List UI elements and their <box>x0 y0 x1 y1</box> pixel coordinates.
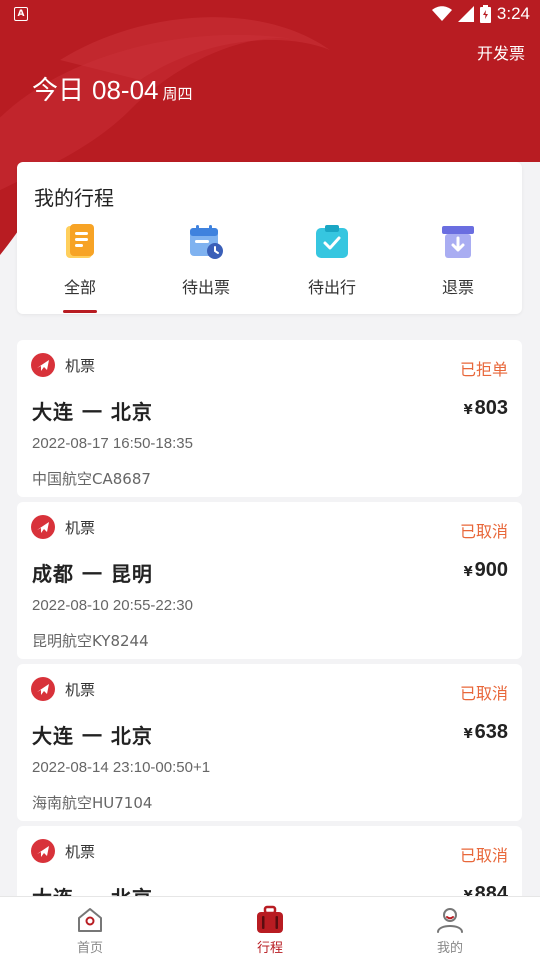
currency-symbol: ¥ <box>463 403 473 418</box>
tab-refund-label: 退票 <box>441 278 474 297</box>
tab-pending-ticket-label: 待出票 <box>181 278 230 297</box>
nav-profile[interactable]: 我的 <box>390 897 510 960</box>
trip-filter-tabs: 全部 待出票 待出行 退票 <box>17 222 522 313</box>
my-trips-title: 我的行程 <box>34 186 114 210</box>
order-type-label: 机票 <box>65 356 96 375</box>
weekday-value: 周四 <box>162 85 193 103</box>
plane-icon <box>31 839 55 863</box>
order-status: 已取消 <box>459 684 508 703</box>
home-icon <box>78 908 102 932</box>
price-amount: 638 <box>474 721 508 743</box>
price-amount: 900 <box>474 559 508 581</box>
order-price: ¥ 638 <box>464 721 508 744</box>
order-card[interactable]: 机票 已拒单 大连 一 北京 ¥ 803 2022-08-17 16:50-18… <box>17 340 522 497</box>
order-card[interactable]: 机票 已取消 大连 一 北京 ¥ 638 2022-08-14 23:10-00… <box>17 664 522 821</box>
order-price: ¥ 803 <box>464 397 508 420</box>
order-time: 2022-08-14 23:10-00:50+1 <box>32 759 211 776</box>
order-type-label: 机票 <box>65 680 96 699</box>
wifi-icon <box>431 5 452 21</box>
clipboard-check-icon <box>316 225 348 258</box>
order-time: 2022-08-17 16:50-18:35 <box>32 435 193 452</box>
tab-pending-travel-label: 待出行 <box>307 278 356 297</box>
order-flight: 海南航空HU7104 <box>32 794 153 812</box>
tab-all-label: 全部 <box>63 278 96 297</box>
order-status: 已取消 <box>459 522 508 541</box>
today-label: 今日 <box>32 76 85 106</box>
plane-icon <box>31 677 55 701</box>
plane-icon <box>31 515 55 539</box>
order-price: ¥ 900 <box>464 559 508 582</box>
nav-home-label: 首页 <box>76 941 103 956</box>
nav-trips-label: 行程 <box>256 941 283 956</box>
bottom-navigation: 首页 行程 我的 <box>0 896 540 960</box>
tab-refund[interactable]: 退票 <box>395 222 521 298</box>
user-icon <box>437 908 463 933</box>
status-time: 3:24 <box>496 3 530 23</box>
calendar-clock-icon <box>190 225 223 259</box>
order-type: 机票 <box>31 677 95 701</box>
active-tab-indicator <box>63 310 97 313</box>
nav-home[interactable]: 首页 <box>30 897 150 960</box>
app-notification-icon: A <box>14 6 28 21</box>
nav-profile-label: 我的 <box>436 941 463 956</box>
order-type-label: 机票 <box>65 842 96 861</box>
order-route: 大连 一 北京 <box>32 724 153 748</box>
order-status: 已拒单 <box>459 360 508 379</box>
order-card[interactable]: 机票 已取消 成都 一 昆明 ¥ 900 2022-08-10 20:55-22… <box>17 502 522 659</box>
refund-box-icon <box>442 226 474 258</box>
signal-icon <box>457 5 474 22</box>
status-bar: A 3:24 <box>0 0 540 27</box>
tab-all[interactable]: 全部 <box>17 222 143 313</box>
invoice-button[interactable]: 开发票 <box>477 40 525 64</box>
order-flight: 中国航空CA8687 <box>32 470 151 488</box>
plane-icon <box>31 353 55 377</box>
battery-icon <box>479 4 491 23</box>
currency-symbol: ¥ <box>463 565 473 580</box>
order-status: 已取消 <box>459 846 508 865</box>
tab-pending-ticket[interactable]: 待出票 <box>143 222 269 298</box>
order-type: 机票 <box>31 515 95 539</box>
date-value: 08-04 <box>92 75 159 105</box>
document-icon <box>66 224 94 258</box>
suitcase-icon <box>257 905 283 933</box>
order-type: 机票 <box>31 839 95 863</box>
tab-pending-travel[interactable]: 待出行 <box>269 222 395 298</box>
my-trips-card: 我的行程 全部 待出票 待出行 退票 <box>17 162 522 314</box>
order-list: 机票 已拒单 大连 一 北京 ¥ 803 2022-08-17 16:50-18… <box>17 340 522 960</box>
order-flight: 昆明航空KY8244 <box>32 632 149 650</box>
order-type: 机票 <box>31 353 95 377</box>
today-date: 今日 08-04 周四 <box>32 70 193 107</box>
order-time: 2022-08-10 20:55-22:30 <box>32 597 193 614</box>
price-amount: 803 <box>474 397 508 419</box>
order-type-label: 机票 <box>65 518 96 537</box>
nav-trips[interactable]: 行程 <box>210 897 330 960</box>
order-route: 成都 一 昆明 <box>32 562 153 586</box>
order-route: 大连 一 北京 <box>32 400 153 424</box>
currency-symbol: ¥ <box>463 727 473 742</box>
